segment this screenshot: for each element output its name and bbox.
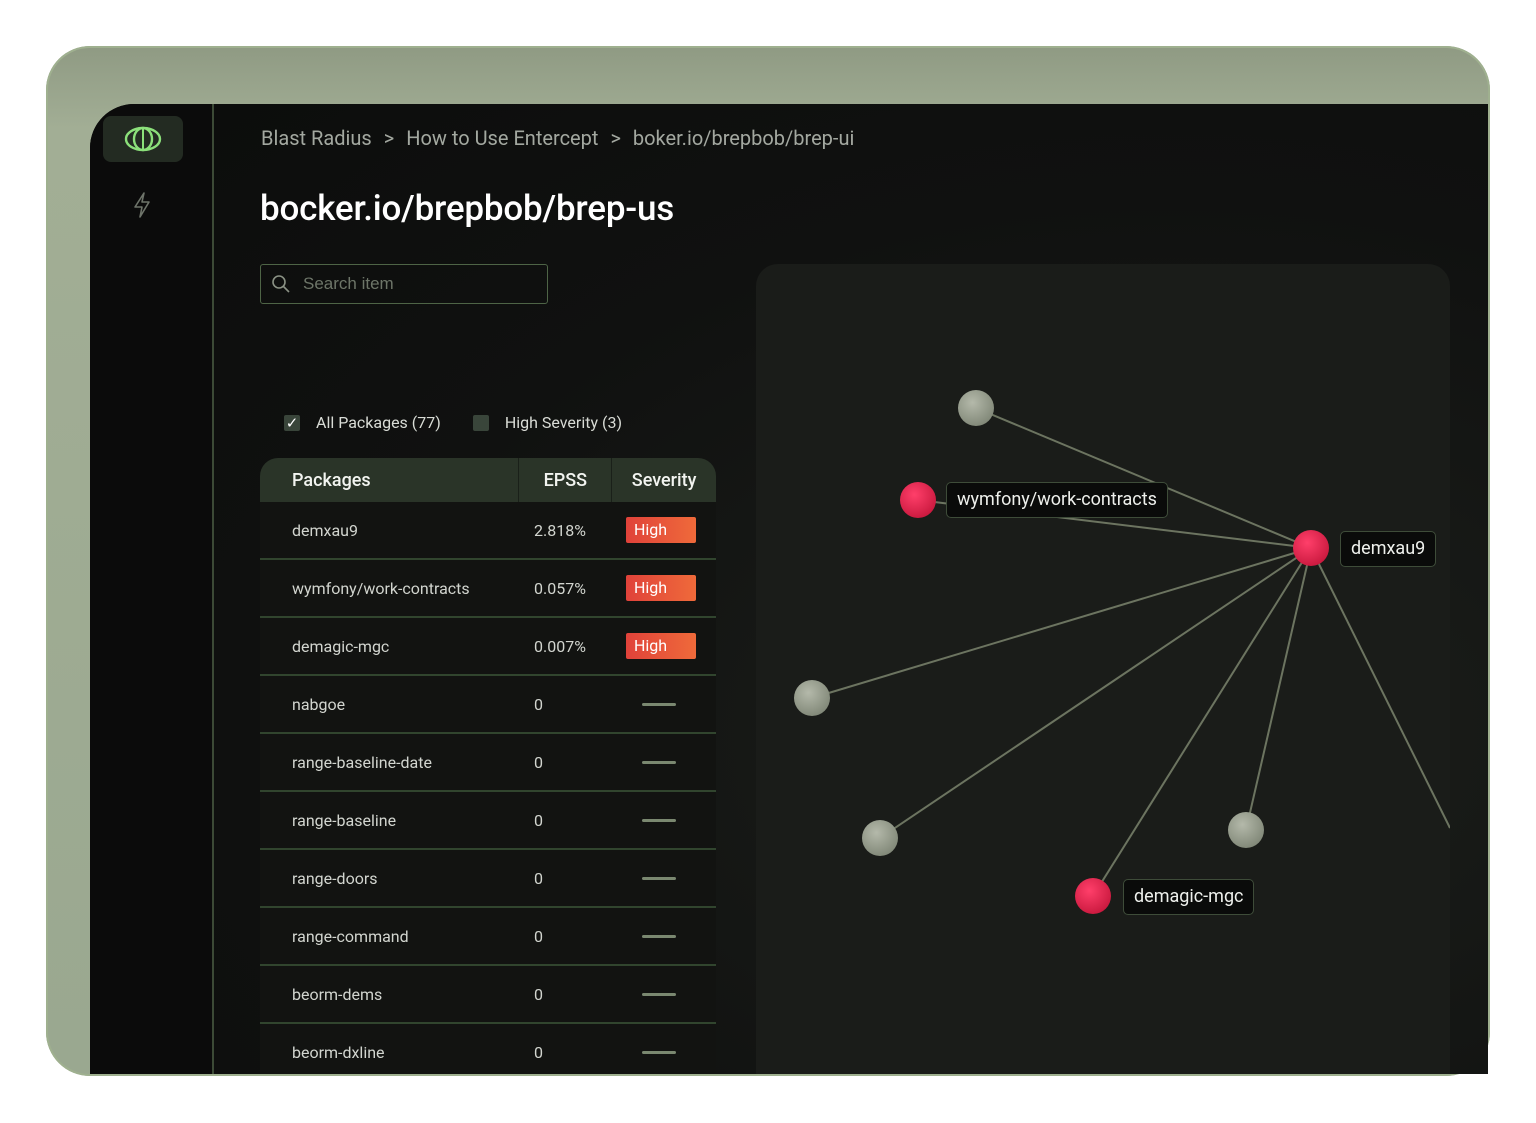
graph-label-wymfony: wymfony/work-contracts (946, 482, 1168, 518)
no-severity-dash (642, 992, 676, 996)
severity-badge: High (626, 517, 696, 543)
severity-badge: High (626, 633, 696, 659)
graph-edge (1245, 547, 1312, 831)
severity-cell (612, 934, 716, 938)
graph-node-neutral[interactable] (794, 680, 830, 716)
filter-all-packages[interactable]: ✓ All Packages (77) (284, 413, 441, 432)
severity-cell: High (612, 575, 716, 601)
blast-radius-nav-button[interactable] (130, 190, 154, 220)
table-row[interactable]: nabgoe 0 (260, 676, 716, 734)
table-row[interactable]: demagic-mgc 0.007% High (260, 618, 716, 676)
graph-node-wymfony[interactable] (900, 482, 936, 518)
graph-edge (1310, 547, 1450, 829)
no-severity-dash (642, 702, 676, 706)
severity-cell: High (612, 633, 716, 659)
table-row[interactable]: range-command 0 (260, 908, 716, 966)
table-header: Packages EPSS Severity (260, 458, 716, 502)
logo-button[interactable] (103, 116, 183, 162)
graph-node-demxau9[interactable] (1293, 530, 1329, 566)
page-title: bocker.io/brepbob/brep-us (260, 188, 675, 229)
column-header-epss[interactable]: EPSS (519, 458, 613, 502)
graph-node-neutral[interactable] (862, 820, 898, 856)
high-severity-checkbox[interactable] (472, 414, 489, 431)
breadcrumb-item-blast-radius[interactable]: Blast Radius (261, 126, 372, 150)
epss-value: 0.057% (534, 578, 586, 598)
table-row[interactable]: wymfony/work-contracts 0.057% High (260, 560, 716, 618)
severity-cell (612, 702, 716, 706)
graph-edge (811, 547, 1312, 699)
table-body: demxau9 2.818% High wymfony/work-contracts 0… (260, 502, 716, 1074)
table-row[interactable]: range-baseline-date 0 (260, 734, 716, 792)
severity-cell (612, 818, 716, 822)
epss-value: 0 (534, 810, 543, 830)
graph-node-neutral[interactable] (958, 390, 994, 426)
app-window: Blast Radius > How to Use Entercept > bo… (90, 104, 1488, 1074)
all-packages-label: All Packages (77) (316, 413, 441, 432)
epss-value: 0 (534, 926, 543, 946)
package-name: range-command (292, 926, 409, 946)
search-input[interactable] (301, 273, 535, 295)
sidebar (90, 104, 214, 1074)
eye-logo-icon (124, 126, 162, 152)
blast-radius-graph[interactable]: wymfony/work-contracts demxau9 demagic-m… (756, 264, 1450, 1074)
epss-value: 0.007% (534, 636, 586, 656)
filter-bar: ✓ All Packages (77) High Severity (3) (284, 413, 622, 432)
package-name: range-doors (292, 868, 378, 888)
epss-value: 2.818% (534, 520, 586, 540)
severity-cell (612, 876, 716, 880)
severity-cell (612, 1050, 716, 1054)
epss-value: 0 (534, 984, 543, 1004)
all-packages-checkbox[interactable]: ✓ (284, 414, 300, 431)
table-row[interactable]: beorm-dems 0 (260, 966, 716, 1024)
packages-table: Packages EPSS Severity demxau9 2.818% High… (260, 458, 716, 1074)
no-severity-dash (642, 760, 676, 764)
graph-edge (879, 547, 1312, 839)
epss-value: 0 (534, 694, 543, 714)
high-severity-label: High Severity (3) (504, 413, 623, 432)
main-content: Blast Radius > How to Use Entercept > bo… (214, 104, 1488, 1074)
table-row[interactable]: demxau9 2.818% High (260, 502, 716, 560)
graph-canvas (794, 390, 1450, 914)
package-name: demxau9 (292, 520, 358, 540)
table-row[interactable]: range-baseline 0 (260, 792, 716, 850)
package-name: range-baseline-date (292, 752, 432, 772)
epss-value: 0 (534, 752, 543, 772)
breadcrumb-item-current[interactable]: boker.io/brepbob/brep-ui (633, 126, 854, 150)
search-box[interactable] (260, 264, 548, 304)
column-header-packages[interactable]: Packages (260, 458, 520, 502)
search-icon (272, 275, 290, 293)
graph-label-demagic: demagic-mgc (1123, 879, 1255, 915)
table-row[interactable]: range-doors 0 (260, 850, 716, 908)
epss-value: 0 (534, 868, 543, 888)
table-row[interactable]: beorm-dxline 0 (260, 1024, 716, 1074)
filter-high-severity[interactable]: High Severity (3) (472, 413, 623, 432)
no-severity-dash (642, 876, 676, 880)
bolt-icon (134, 192, 150, 218)
epss-value: 0 (534, 1042, 543, 1062)
graph-label-demxau9: demxau9 (1340, 531, 1437, 567)
severity-badge: High (626, 575, 696, 601)
graph-node-neutral[interactable] (1228, 812, 1264, 848)
package-name: range-baseline (292, 810, 397, 830)
severity-cell (612, 992, 716, 996)
breadcrumb-separator: > (610, 126, 621, 150)
breadcrumb-item-guide[interactable]: How to Use Entercept (406, 126, 598, 150)
package-name: wymfony/work-contracts (292, 578, 470, 598)
severity-cell: High (612, 517, 716, 543)
graph-edge (1092, 547, 1312, 897)
graph-node-demagic[interactable] (1075, 878, 1111, 914)
package-name: beorm-dems (292, 984, 383, 1004)
package-name: demagic-mgc (292, 636, 390, 656)
column-header-severity[interactable]: Severity (612, 458, 716, 502)
breadcrumb: Blast Radius > How to Use Entercept > bo… (261, 126, 854, 150)
package-name: beorm-dxline (292, 1042, 385, 1062)
breadcrumb-separator: > (383, 126, 395, 150)
no-severity-dash (642, 818, 676, 822)
no-severity-dash (642, 934, 676, 938)
package-name: nabgoe (292, 694, 346, 714)
no-severity-dash (642, 1050, 676, 1054)
severity-cell (612, 760, 716, 764)
